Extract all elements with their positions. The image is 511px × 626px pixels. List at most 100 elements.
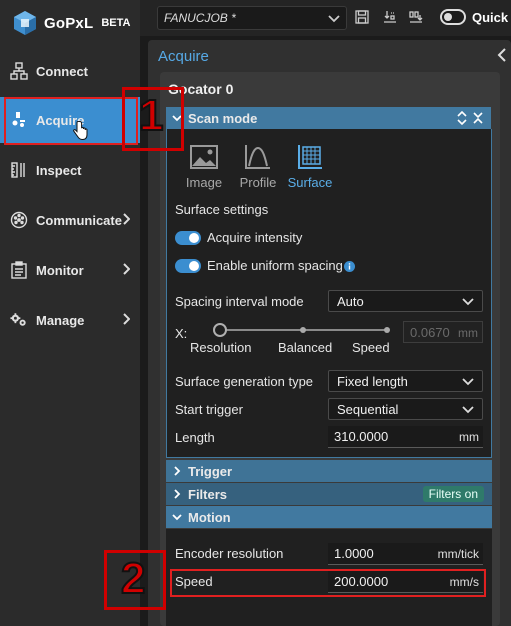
mode-profile-button[interactable]: Profile: [233, 143, 283, 190]
download-button[interactable]: [380, 8, 400, 28]
sidebar-item-monitor[interactable]: Monitor: [0, 247, 140, 293]
step-2-label: 2: [120, 554, 147, 603]
app-logo: GoPxL BETA: [12, 8, 130, 38]
manage-icon: [10, 311, 28, 329]
info-icon[interactable]: [344, 260, 355, 275]
field-unit: mm/tick: [437, 547, 479, 561]
job-select[interactable]: FANUCJOB *: [157, 6, 347, 30]
communicate-icon: [10, 211, 28, 229]
select-value: Auto: [337, 293, 364, 309]
save-button[interactable]: [352, 8, 372, 28]
top-toolbar: FANUCJOB * Quick e: [140, 0, 511, 36]
chevron-down-icon: [328, 12, 340, 27]
uniform-spacing-toggle[interactable]: [175, 259, 201, 273]
select-value: Fixed length: [337, 373, 408, 389]
spacing-interval-mode-select[interactable]: Auto: [328, 290, 483, 312]
spacing-value-field: 0.0670 mm: [403, 321, 483, 343]
profile-icon: [243, 143, 273, 171]
mode-label: Surface: [287, 175, 333, 190]
logo-cube-icon: [12, 10, 38, 36]
start-trigger-select[interactable]: Sequential: [328, 398, 483, 420]
field-value: 1.0000: [334, 546, 374, 561]
trigger-section-header[interactable]: Trigger: [166, 460, 492, 482]
scan-mode-header[interactable]: Scan mode: [166, 107, 491, 129]
chevron-right-icon: [172, 487, 182, 502]
highlight-speed-box: [170, 569, 486, 597]
filters-section-header[interactable]: Filters Filters on: [166, 483, 492, 505]
section-title: Scan mode: [188, 110, 258, 126]
surface-settings-label: Surface settings: [175, 202, 269, 217]
step-1-label: 1: [138, 91, 165, 140]
expand-collapse-icon[interactable]: [457, 110, 467, 128]
acquire-intensity-label: Acquire intensity: [207, 230, 303, 245]
page-title: Acquire: [158, 48, 209, 65]
app-name: GoPxL: [44, 14, 94, 32]
slider-stop-speed: [384, 327, 390, 333]
surface-generation-type-select[interactable]: Fixed length: [328, 370, 483, 392]
slider-knob[interactable]: [213, 323, 227, 337]
download-icon: [382, 9, 398, 28]
sidebar-item-label: Inspect: [36, 162, 82, 178]
chevron-down-icon: [172, 510, 182, 525]
highlight-acquire-box: [4, 97, 138, 145]
mode-image-button[interactable]: Image: [179, 143, 229, 190]
surface-icon: [295, 143, 325, 171]
section-title: Trigger: [188, 463, 233, 479]
slider-axis-label: X:: [175, 326, 188, 341]
uniform-spacing-label: Enable uniform spacing: [207, 258, 343, 273]
section-title: Filters: [188, 486, 228, 502]
select-value: Sequential: [337, 401, 399, 417]
inspect-icon: [10, 161, 28, 179]
encoder-resolution-input[interactable]: 1.0000 mm/tick: [328, 543, 483, 565]
section-title: Motion: [188, 509, 231, 525]
length-label: Length: [175, 430, 215, 445]
filters-on-badge: Filters on: [422, 486, 484, 502]
image-icon: [189, 143, 219, 171]
chevron-down-icon: [462, 403, 474, 418]
mode-surface-button[interactable]: Surface: [285, 143, 335, 190]
sidebar-item-manage[interactable]: Manage: [0, 297, 140, 343]
export-button[interactable]: [406, 8, 426, 28]
job-name: FANUCJOB *: [164, 11, 236, 25]
slider-stop-label: Resolution: [190, 340, 252, 355]
sidebar-item-connect[interactable]: Connect: [0, 48, 140, 94]
sidebar-item-label: Monitor: [36, 262, 84, 278]
mode-label: Profile: [239, 175, 277, 190]
sidebar-item-inspect[interactable]: Inspect: [0, 147, 140, 193]
field-value: 0.0670: [410, 324, 450, 340]
field-unit: mm: [458, 326, 478, 340]
chevron-right-icon: [122, 313, 131, 328]
monitor-icon: [10, 261, 28, 279]
quick-edit-label: Quick e: [472, 10, 511, 25]
export-icon: [408, 9, 424, 28]
field-unit: mm: [459, 430, 479, 444]
chevron-right-icon: [122, 263, 131, 278]
collapse-panel-icon[interactable]: [497, 48, 507, 65]
acquire-intensity-toggle[interactable]: [175, 231, 201, 245]
connect-icon: [10, 62, 28, 80]
sidebar: GoPxL BETA Connect Acquire Inspect Commu…: [0, 0, 140, 626]
length-input[interactable]: 310.0000 mm: [328, 426, 483, 448]
mode-label: Image: [185, 175, 223, 190]
slider-stop-balanced: [300, 327, 306, 333]
motion-section-header[interactable]: Motion: [166, 506, 492, 528]
field-value: 310.0000: [334, 429, 389, 444]
spacing-interval-mode-label: Spacing interval mode: [175, 294, 304, 309]
save-icon: [355, 9, 369, 27]
start-trigger-label: Start trigger: [175, 402, 243, 417]
scan-mode-body: Image Profile Surface Surface settings A…: [166, 129, 492, 458]
quick-edit-toggle[interactable]: [440, 9, 466, 25]
close-icon[interactable]: [473, 112, 483, 127]
chevron-down-icon: [462, 375, 474, 390]
encoder-resolution-label: Encoder resolution: [175, 546, 284, 561]
sidebar-item-label: Communicate: [36, 212, 122, 228]
chevron-right-icon: [122, 213, 131, 228]
surface-generation-type-label: Surface generation type: [175, 374, 314, 389]
chevron-right-icon: [172, 464, 182, 479]
sidebar-item-label: Manage: [36, 312, 85, 328]
sidebar-item-communicate[interactable]: Communicate: [0, 197, 140, 243]
beta-badge: BETA: [101, 17, 131, 29]
chevron-down-icon: [462, 295, 474, 310]
slider-stop-label: Speed: [352, 340, 390, 355]
slider-stop-label: Balanced: [278, 340, 333, 355]
